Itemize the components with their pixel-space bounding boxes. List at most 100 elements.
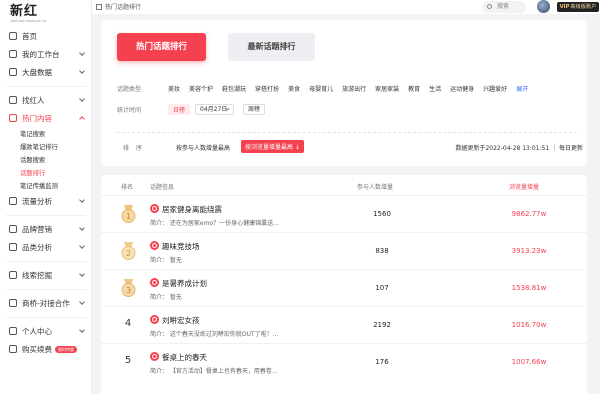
search-icon <box>487 4 492 9</box>
sidebar-item-workbench[interactable]: 我的工作台 <box>0 45 92 63</box>
topic-name[interactable]: 刘畊宏女孩 <box>162 315 200 326</box>
tab-hot-topics[interactable]: 热门话题排行 <box>117 33 206 61</box>
search-placeholder: 搜索 <box>497 3 510 10</box>
sidebar-item-purchase[interactable]: 购买续费 限时特惠 <box>0 340 92 358</box>
time-filter: 统计时间 日榜 04月27日 周榜 <box>117 104 266 115</box>
sidebar-item-dashboard[interactable]: 大盘数据 <box>0 63 92 81</box>
gold-medal-icon: 2 <box>121 242 136 260</box>
sidebar-item-label: 个人中心 <box>22 326 52 336</box>
sidebar: 新红 XINHONG.NEWRANK.CN 首页 我的工作台 大盘数据 找红人 … <box>0 0 92 394</box>
sort-label: 排序 <box>123 145 150 152</box>
logo[interactable]: 新红 XINHONG.NEWRANK.CN <box>10 0 46 23</box>
handshake-icon <box>9 299 17 307</box>
sidebar-item-traffic[interactable]: 流量分析 <box>0 192 92 210</box>
sidebar-nav: 首页 我的工作台 大盘数据 找红人 热门内容 笔记搜索 爆款笔记排行 话题搜索 … <box>0 27 92 358</box>
sidebar-subitem-note-search[interactable]: 笔记搜索 <box>0 127 92 140</box>
sort-by-participants[interactable]: 按参与人数增量最高 <box>176 143 230 152</box>
avatar[interactable] <box>537 0 550 13</box>
breadcrumb: 热门话题排行 <box>96 2 141 11</box>
table-row[interactable]: 2 趣味竞技场 简介： 暂无 838 3913.23w <box>101 232 587 269</box>
topic-name[interactable]: 趣味竞技场 <box>162 241 200 252</box>
divider <box>6 284 86 290</box>
divider <box>6 81 86 87</box>
table-row[interactable]: 1 居家健身离能绕震 简介： 还在为居家emo？一份身心健康锦囊送... 156… <box>101 195 587 232</box>
medal-rank: 1 <box>126 212 131 221</box>
filter-chip[interactable]: 运动健身 <box>450 84 474 93</box>
medal-rank: 2 <box>126 249 131 258</box>
table-header: 排名 话题信息 参与人数增量 浏览量增量 <box>101 175 587 195</box>
sidebar-item-label: 商桥-对接合作 <box>22 298 70 308</box>
filter-chip[interactable]: 家居家装 <box>375 84 399 93</box>
chevron-down-icon <box>79 271 85 277</box>
medal-rank: 3 <box>126 286 131 295</box>
filter-chip[interactable]: 生活 <box>429 84 441 93</box>
breadcrumb-home-icon[interactable] <box>96 4 102 10</box>
filter-chip[interactable]: 美食 <box>288 84 300 93</box>
topic-type-filter: 话题类型 美妆 美容个护 鞋包潮玩 穿搭打扮 美食 母婴育儿 旅游出行 家居家装… <box>117 84 528 93</box>
topic-icon <box>150 278 159 287</box>
hot-content-icon <box>9 114 17 122</box>
table-row[interactable]: 5 餐桌上的春天 简介： 【官方活动】餐桌上也有春天，用春卷... 176 10… <box>101 343 587 380</box>
sort-by-views[interactable]: 按浏览量增量最高 ↓ <box>241 140 304 153</box>
chevron-up-icon <box>79 116 85 122</box>
table-row[interactable]: 3 是暑养成计划 简介： 暂无 107 1538.81w <box>101 269 587 306</box>
divider <box>6 210 86 216</box>
topic-icon <box>150 204 159 213</box>
home-icon <box>9 32 17 40</box>
table-row[interactable]: 4 刘畊宏女孩 简介： 这个春天没练过刘畊宏你就OUT了啦！... 2192 1… <box>101 306 587 343</box>
gold-medal-icon: 1 <box>121 205 136 223</box>
chevron-down-icon <box>79 197 85 203</box>
topic-description: 简介： 还在为居家emo？一份身心健康锦囊送... <box>150 220 279 227</box>
topic-icon <box>150 352 159 361</box>
participants-increase: 176 <box>375 358 389 366</box>
topic-name[interactable]: 餐桌上的春天 <box>162 352 207 363</box>
tab-new-topics[interactable]: 最新话题排行 <box>228 33 315 61</box>
sidebar-item-label: 首页 <box>22 31 37 41</box>
sidebar-item-cooperation[interactable]: 商桥-对接合作 <box>0 294 92 312</box>
sidebar-item-home[interactable]: 首页 <box>0 27 92 45</box>
views-increase: 9862.77w <box>511 210 547 218</box>
views-increase: 1016.70w <box>511 321 547 329</box>
vip-account-label: 高级版账户 <box>570 4 597 10</box>
topic-icon <box>150 315 159 324</box>
filter-chip[interactable]: 教育 <box>408 84 420 93</box>
sidebar-item-category[interactable]: 品类分析 <box>0 238 92 256</box>
sidebar-item-brand[interactable]: 品牌营销 <box>0 220 92 238</box>
update-time: 数据更新于2022-04-28 13:01:51 ｜ 每日更新 <box>455 145 583 152</box>
divider <box>6 256 86 262</box>
sidebar-subitem-topic-search[interactable]: 话题搜索 <box>0 153 92 166</box>
sidebar-subitem-topic-ranking[interactable]: 话题排行 <box>0 166 92 179</box>
main-content: 热门话题排行 最新话题排行 话题类型 美妆 美容个护 鞋包潮玩 穿搭打扮 美食 … <box>92 14 600 394</box>
filter-chip[interactable]: 美妆 <box>168 84 180 93</box>
topic-name[interactable]: 居家健身离能绕震 <box>162 204 222 215</box>
topic-description: 简介： 这个春天没练过刘畊宏你就OUT了啦！... <box>150 331 279 338</box>
vip-account-button[interactable]: VIP高级版账户 <box>557 2 599 12</box>
promo-badge: 限时特惠 <box>55 345 77 353</box>
expand-link[interactable]: 展开 <box>516 84 528 93</box>
filter-chip[interactable]: 鞋包潮玩 <box>222 84 246 93</box>
sidebar-subitem-note-monitor[interactable]: 笔记传播监测 <box>0 179 92 192</box>
sidebar-subitem-hot-notes[interactable]: 爆款笔记排行 <box>0 140 92 153</box>
workbench-icon <box>9 50 17 58</box>
filter-chip[interactable]: 旅游出行 <box>342 84 366 93</box>
vip-label: VIP <box>559 4 570 10</box>
filter-chip[interactable]: 穿搭打扮 <box>255 84 279 93</box>
filter-chip[interactable]: 兴趣爱好 <box>483 84 507 93</box>
topic-name[interactable]: 是暑养成计划 <box>162 278 207 289</box>
search-input[interactable]: 搜索 <box>482 1 526 13</box>
filter-chip[interactable]: 母婴育儿 <box>309 84 333 93</box>
column-header[interactable]: 浏览量增量 <box>509 182 539 191</box>
weekly-rank-button[interactable]: 周榜 <box>243 104 266 115</box>
sidebar-item-clue[interactable]: 线索挖掘 <box>0 266 92 284</box>
sidebar-item-label: 热门内容 <box>22 113 52 123</box>
chevron-down-icon <box>79 299 85 305</box>
sidebar-item-label: 大盘数据 <box>22 67 52 77</box>
date-select[interactable]: 04月27日 <box>195 104 235 115</box>
sidebar-item-hot-content[interactable]: 热门内容 <box>0 109 92 127</box>
sidebar-item-label: 品牌营销 <box>22 224 52 234</box>
sidebar-item-personal[interactable]: 个人中心 <box>0 322 92 340</box>
column-header: 参与人数增量 <box>357 184 394 191</box>
daily-rank-button[interactable]: 日榜 <box>168 104 191 115</box>
sidebar-item-find-influencer[interactable]: 找红人 <box>0 91 92 109</box>
filter-chip[interactable]: 美容个护 <box>189 84 213 93</box>
